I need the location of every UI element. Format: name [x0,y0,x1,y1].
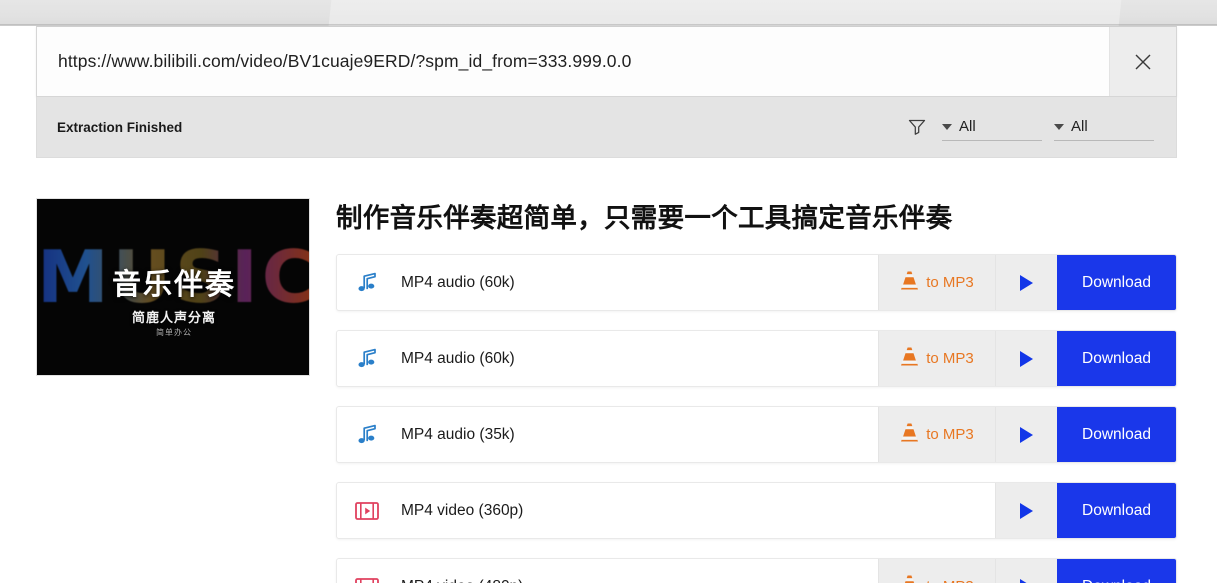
filter-group: All All [904,113,1154,141]
table-row: MP4 audio (35k) to MP3 Download [336,406,1177,463]
play-icon [1020,350,1033,367]
to-mp3-label: to MP3 [926,350,974,367]
download-button[interactable]: Download [1057,255,1176,310]
filter-select-type-label: All [959,118,976,135]
video-file-icon [355,576,389,583]
download-label: Download [1082,501,1151,519]
download-label: Download [1082,349,1151,367]
download-button[interactable]: Download [1057,331,1176,386]
chevron-down-icon [942,124,952,130]
close-button[interactable] [1109,27,1176,96]
vlc-cone-icon [900,574,919,583]
to-mp3-button[interactable]: to MP3 [878,559,995,583]
row-main: MP4 audio (60k) [337,331,878,386]
url-bar: https://www.bilibili.com/video/BV1cuaje9… [36,26,1177,97]
video-title: 制作音乐伴奏超简单，只需要一个工具搞定音乐伴奏 [336,203,953,233]
downloader-dialog: https://www.bilibili.com/video/BV1cuaje9… [0,0,1217,583]
play-button[interactable] [995,483,1057,538]
status-filter-bar: Extraction Finished All All [36,97,1177,158]
table-row: MP4 audio (60k) to MP3 Download [336,330,1177,387]
close-icon [1132,51,1154,73]
filter-select-quality-label: All [1071,118,1088,135]
download-button[interactable]: Download [1057,407,1176,462]
download-button[interactable]: Download [1057,483,1176,538]
table-row: MP4 video (480p) to MP3 Download [336,558,1177,583]
table-row: MP4 audio (60k) to MP3 Download [336,254,1177,311]
row-format-label: MP4 video (480p) [401,578,523,583]
vlc-cone-icon [900,346,919,371]
row-format-label: MP4 audio (60k) [401,349,515,367]
download-label: Download [1082,578,1151,583]
to-mp3-button[interactable]: to MP3 [878,407,995,462]
to-mp3-label: to MP3 [926,274,974,291]
chevron-down-icon [1054,124,1064,130]
play-icon [1020,578,1033,583]
row-main: MP4 audio (35k) [337,407,878,462]
app-logo-icon [589,0,623,9]
thumbnail-main-text: 音乐伴奏 [111,269,236,301]
thumbnail-sub-text: 简鹿人声分离 [131,310,216,325]
video-file-icon [355,500,389,522]
play-icon [1020,426,1033,443]
download-button[interactable]: Download [1057,559,1176,583]
chrome-panel [328,0,1122,26]
row-format-label: MP4 audio (60k) [401,273,515,291]
row-format-label: MP4 audio (35k) [401,425,515,443]
to-mp3-button[interactable]: to MP3 [878,255,995,310]
audio-file-icon [355,347,389,371]
vlc-cone-icon [900,422,919,447]
row-main: MP4 audio (60k) [337,255,878,310]
to-mp3-label: to MP3 [926,578,974,583]
status-text: Extraction Finished [57,119,183,135]
audio-file-icon [355,271,389,295]
url-text[interactable]: https://www.bilibili.com/video/BV1cuaje9… [37,51,1109,72]
browser-chrome-strip [0,0,1217,26]
video-thumbnail: MUSIC 音乐伴奏 简鹿人声分离 简单办公 [36,198,310,376]
play-button[interactable] [995,331,1057,386]
funnel-icon[interactable] [904,114,930,140]
download-row-list: MP4 audio (60k) to MP3 Download MP4 audio (… [336,254,1177,583]
play-button[interactable] [995,559,1057,583]
play-button[interactable] [995,407,1057,462]
results-area: MUSIC 音乐伴奏 简鹿人声分离 简单办公 制作音乐伴奏超简单，只需要一个工具… [0,158,1217,583]
table-row: MP4 video (360p) Download [336,482,1177,539]
to-mp3-label: to MP3 [926,426,974,443]
thumbnail-sub-text-2: 简单办公 [156,328,192,337]
play-button[interactable] [995,255,1057,310]
play-icon [1020,502,1033,519]
row-format-label: MP4 video (360p) [401,501,524,519]
filter-select-quality[interactable]: All [1054,113,1154,141]
to-mp3-button[interactable]: to MP3 [878,331,995,386]
row-main: MP4 video (360p) [337,483,995,538]
download-label: Download [1082,273,1151,291]
filter-select-type[interactable]: All [942,113,1042,141]
audio-file-icon [355,423,389,447]
row-main: MP4 video (480p) [337,559,878,583]
play-icon [1020,274,1033,291]
vlc-cone-icon [900,270,919,295]
download-label: Download [1082,425,1151,443]
